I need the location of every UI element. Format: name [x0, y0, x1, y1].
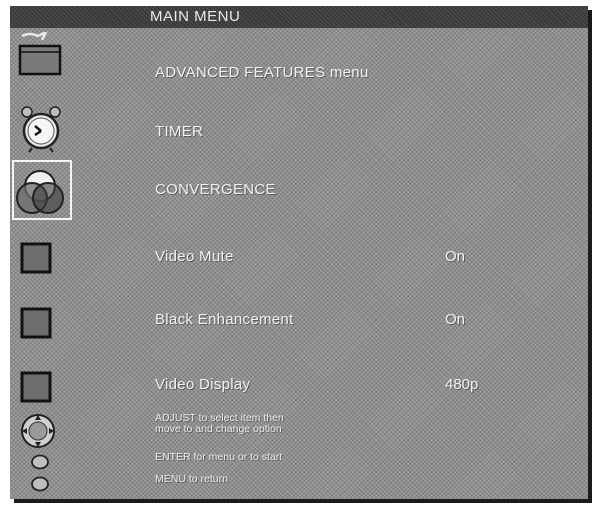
menu-item-video-mute[interactable]: Video Mute — [155, 248, 234, 265]
menu-item-convergence[interactable]: CONVERGENCE — [155, 181, 276, 198]
checkbox-icon[interactable] — [20, 242, 54, 281]
color-circles-icon[interactable] — [16, 166, 70, 221]
icon-column — [10, 28, 76, 499]
video-display-value[interactable]: 480p — [445, 376, 478, 393]
help-adjust-line-2: move to and change option — [155, 423, 282, 435]
osd-menu-panel: MAIN MENU ADVANCED FEATURES menu TIMER C… — [10, 6, 588, 499]
joystick-icon — [18, 412, 58, 455]
alarm-clock-icon[interactable] — [18, 104, 64, 159]
menu-item-advanced-features[interactable]: ADVANCED FEATURES menu — [155, 64, 369, 81]
menu-item-video-display[interactable]: Video Display — [155, 376, 250, 393]
checkbox-icon[interactable] — [20, 307, 54, 346]
checkbox-icon[interactable] — [20, 371, 54, 410]
video-mute-value[interactable]: On — [445, 248, 465, 265]
title-bar: MAIN MENU — [10, 6, 588, 28]
folder-arrow-icon[interactable] — [16, 29, 66, 83]
menu-item-timer[interactable]: TIMER — [155, 123, 203, 140]
menu-item-black-enhancement[interactable]: Black Enhancement — [155, 311, 294, 328]
black-enhancement-value[interactable]: On — [445, 311, 465, 328]
enter-button-icon — [30, 454, 50, 475]
help-enter: ENTER for menu or to start — [155, 451, 283, 463]
menu-title: MAIN MENU — [150, 8, 241, 25]
help-menu: MENU to return — [155, 473, 228, 485]
menu-button-icon — [30, 476, 50, 497]
